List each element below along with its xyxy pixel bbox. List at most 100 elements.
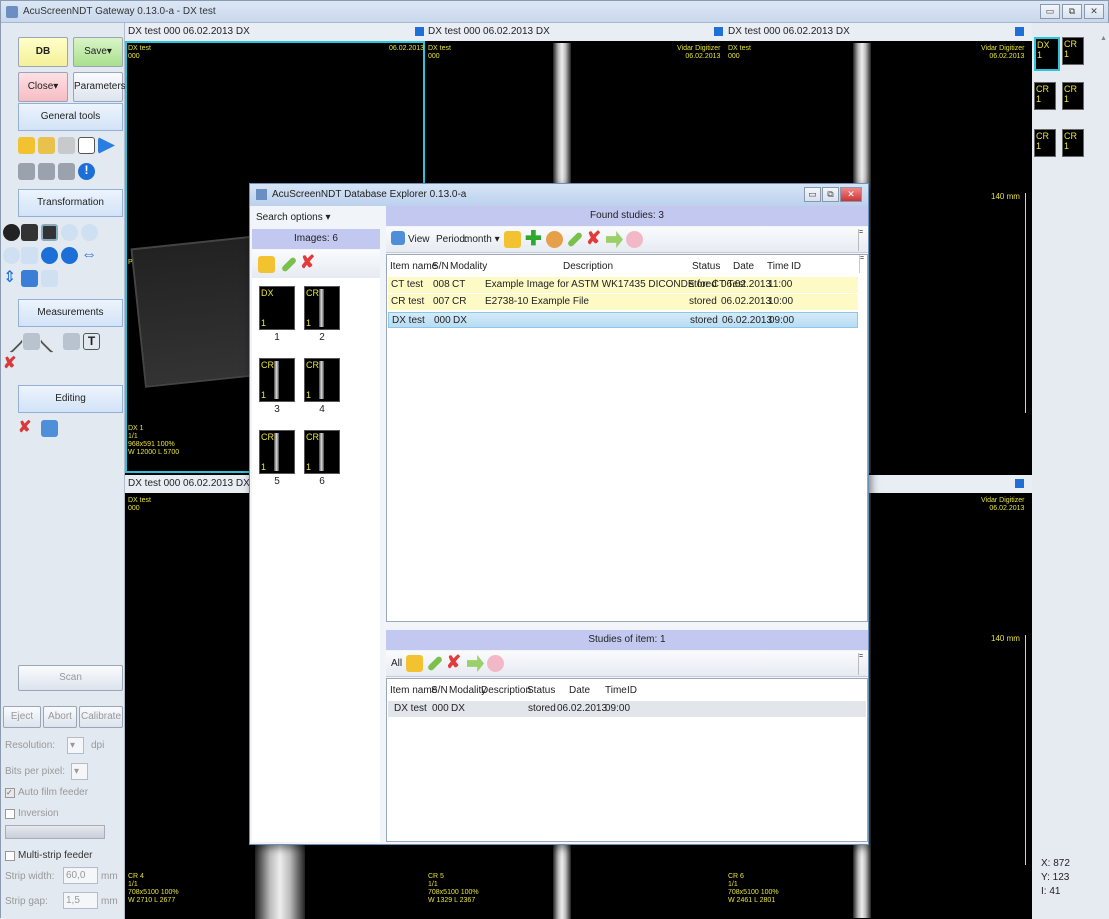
edit-pencil-icon[interactable] (566, 231, 584, 248)
help-icon[interactable] (487, 655, 504, 672)
bits-per-pixel-select[interactable]: ▾ (71, 763, 88, 780)
col-time[interactable]: Time (767, 261, 789, 272)
folder-icon[interactable] (38, 137, 55, 154)
delete-icon[interactable]: ✘ (300, 253, 317, 271)
open-folder-icon[interactable] (504, 231, 521, 248)
viewport-select-icon[interactable] (1015, 27, 1024, 36)
table-row[interactable]: CT test 008 CT Example Image for ASTM WK… (388, 277, 858, 293)
text-annotation-icon[interactable]: T (83, 333, 100, 350)
col-date[interactable]: Date (733, 261, 754, 272)
strip-width-input[interactable]: 60,0 (63, 867, 98, 884)
play-icon[interactable] (98, 137, 115, 154)
open-folder-icon[interactable] (18, 137, 35, 154)
close-button[interactable]: Close▾ (18, 72, 68, 102)
delete-icon[interactable]: ✘ (446, 653, 463, 671)
toolbar-overflow[interactable]: = (858, 229, 866, 251)
parameters-button[interactable]: Parameters (73, 72, 126, 102)
delete-edit-icon[interactable]: ✘ (18, 420, 35, 437)
resolution-select[interactable]: ▾ (67, 737, 84, 754)
calibrate-button[interactable]: Calibrate (79, 706, 123, 728)
contrast-icon[interactable] (3, 224, 20, 241)
dialog-close-button[interactable]: ✕ (840, 187, 862, 202)
profile-icon[interactable] (39, 329, 64, 354)
flip-vertical-icon[interactable]: ⇕ (3, 270, 20, 287)
user-icon[interactable] (546, 231, 563, 248)
grid-icon[interactable] (78, 137, 95, 154)
image-thumb[interactable]: CR 1 (304, 286, 340, 330)
rotate-left-icon[interactable] (41, 247, 58, 264)
window-level-icon[interactable] (21, 270, 38, 287)
line-measure-icon[interactable] (0, 329, 24, 354)
minimize-button[interactable]: ▭ (1040, 4, 1060, 19)
edit-image-icon[interactable] (41, 420, 58, 437)
scanner-icon[interactable] (18, 163, 35, 180)
maximize-button[interactable]: ⧉ (1062, 4, 1082, 19)
col-modality[interactable]: Modality (450, 261, 487, 272)
image-thumb[interactable]: DX 1 (259, 286, 295, 330)
area-measure-icon[interactable] (63, 333, 80, 350)
reset-view-icon[interactable] (41, 270, 58, 287)
levels-icon[interactable] (41, 224, 58, 241)
view-button[interactable]: View (408, 234, 430, 245)
table-row-selected[interactable]: DX test 000 DX stored 06.02.2013 09:00 (388, 312, 858, 328)
col-time[interactable]: Time (605, 685, 627, 696)
thumbnail-cr[interactable]: CR 1 (1062, 129, 1084, 157)
image-thumb[interactable]: CR 1 (259, 430, 295, 474)
dialog-maximize-button[interactable]: ⧉ (822, 187, 839, 202)
measurements-section[interactable]: Measurements (18, 299, 123, 327)
eraser-icon[interactable] (58, 137, 75, 154)
rotate-right-icon[interactable] (61, 247, 78, 264)
thumbnail-cr[interactable]: CR 1 (1062, 37, 1084, 65)
auto-film-feeder-checkbox[interactable]: ✓ (5, 788, 15, 798)
col-id[interactable]: ID (627, 685, 637, 696)
col-description[interactable]: Description (563, 261, 613, 272)
abort-button[interactable]: Abort (43, 706, 77, 728)
toolbar-overflow[interactable]: = (858, 653, 866, 675)
help-icon[interactable] (626, 231, 643, 248)
image-thumb[interactable]: CR 1 (304, 358, 340, 402)
zoom-in-icon[interactable] (61, 224, 78, 241)
info-icon[interactable]: ! (78, 163, 95, 180)
col-date[interactable]: Date (569, 685, 590, 696)
thumbnail-cr[interactable]: CR 1 (1062, 82, 1084, 110)
export-arrow-icon[interactable] (606, 231, 623, 248)
col-status[interactable]: Status (692, 261, 720, 272)
image-thumb[interactable]: CR 1 (304, 430, 340, 474)
image-thumb[interactable]: CR 1 (259, 358, 295, 402)
close-window-button[interactable]: ✕ (1084, 4, 1104, 19)
scanner-check-icon[interactable] (58, 163, 75, 180)
viewport-select-icon[interactable] (714, 27, 723, 36)
zoom-out-icon[interactable] (3, 247, 20, 264)
view-icon[interactable] (391, 231, 405, 245)
table-row[interactable]: DX test 000 DX stored 06.02.2013 09:00 (388, 701, 866, 717)
col-item-name[interactable]: Item name (390, 261, 437, 272)
table-row[interactable]: CR test 007 CR E2738-10 Example File sto… (388, 294, 858, 310)
delete-icon[interactable]: ✘ (586, 229, 603, 247)
col-id[interactable]: ID (791, 261, 801, 272)
scanner-settings-icon[interactable] (38, 163, 55, 180)
db-button[interactable]: DB (18, 37, 68, 67)
multi-strip-feeder-checkbox[interactable] (5, 851, 15, 861)
viewport-select-icon[interactable] (415, 27, 424, 36)
col-sn[interactable]: S/N (431, 685, 448, 696)
col-sn[interactable]: S/N (432, 261, 449, 272)
strip-gap-input[interactable]: 1,5 (63, 892, 98, 909)
flip-horizontal-icon[interactable]: ⇔ (81, 247, 98, 264)
general-tools-section[interactable]: General tools (18, 103, 123, 131)
transformation-section[interactable]: Transformation (18, 189, 123, 217)
save-button[interactable]: Save▾ (73, 37, 123, 67)
thumbnail-dx[interactable]: DX 1 (1034, 37, 1060, 71)
editing-section[interactable]: Editing (18, 385, 123, 413)
scan-button[interactable]: Scan (18, 665, 123, 691)
all-button[interactable]: All (391, 658, 402, 669)
table-scroll-up[interactable]: = (859, 255, 867, 273)
angle-measure-icon[interactable] (23, 333, 40, 350)
eject-button[interactable]: Eject (3, 706, 41, 728)
thumbnail-cr[interactable]: CR 1 (1034, 82, 1056, 110)
open-folder-icon[interactable] (258, 256, 275, 273)
search-options-toggle[interactable]: Search options ▾ (256, 212, 331, 223)
thumbnail-cr[interactable]: CR 1 (1034, 129, 1056, 157)
brightness-icon[interactable] (21, 224, 38, 241)
col-status[interactable]: Status (527, 685, 555, 696)
add-icon[interactable]: ✚ (525, 229, 542, 249)
